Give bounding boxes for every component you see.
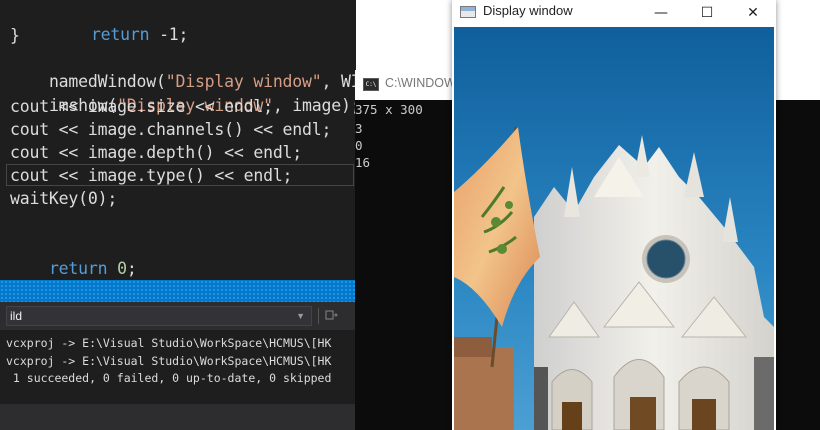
output-scrollbar[interactable] — [0, 404, 356, 430]
code-line-6[interactable]: cout << image.channels() << endl; — [10, 118, 331, 141]
code-token: return — [48, 259, 108, 278]
display-window[interactable]: Display window — ☐ ✕ — [452, 0, 776, 430]
output-source-select[interactable]: ild ▼ — [6, 306, 312, 326]
code-token: return — [90, 25, 150, 44]
code-line-4[interactable]: imshow("Display window", image); / — [10, 71, 356, 115]
console-title: C:\WINDOW — [385, 76, 456, 90]
console-output-line: 16 — [355, 155, 371, 170]
console-output-line: 0 — [355, 138, 363, 153]
output-pane: ild ▼ vcxproj -> E:\Visual Studio\WorkSp… — [0, 302, 356, 430]
code-editor[interactable]: return -1; } namedWindow("Display window… — [0, 0, 356, 280]
cathedral-photo — [454, 27, 774, 430]
console-output-line: 375 x 300 — [355, 102, 423, 117]
code-token: waitKey(0); — [10, 189, 118, 208]
minimize-button[interactable]: — — [638, 0, 684, 27]
code-line-11[interactable]: return 0; — [10, 234, 137, 278]
close-button[interactable]: ✕ — [730, 0, 776, 27]
window-image-icon — [460, 6, 476, 18]
code-token: } — [10, 26, 20, 45]
output-line: 1 succeeded, 0 failed, 0 up-to-date, 0 s… — [6, 371, 332, 385]
code-line-5[interactable]: cout << image.size << endl; — [10, 95, 273, 118]
display-titlebar[interactable]: Display window — ☐ ✕ — [452, 0, 776, 27]
code-token: , image); — [272, 96, 356, 115]
output-source-label: ild — [10, 309, 23, 323]
code-line-3[interactable]: namedWindow("Display window", WINDOW_AUT… — [10, 47, 356, 91]
output-line: vcxproj -> E:\Visual Studio\WorkSpace\HC… — [6, 336, 332, 350]
code-token: cout << image.type() << endl; — [10, 166, 293, 185]
pane-splitter-bar[interactable] — [0, 280, 356, 302]
code-line-8[interactable]: cout << image.type() << endl; — [10, 164, 292, 187]
code-token: ; — [178, 25, 189, 44]
chevron-down-icon: ▼ — [296, 311, 305, 321]
maximize-button[interactable]: ☐ — [684, 0, 730, 27]
console-output-line: 3 — [355, 121, 363, 136]
minimize-icon: — — [654, 5, 668, 21]
code-line-7[interactable]: cout << image.depth() << endl; — [10, 141, 302, 164]
displayed-image — [454, 27, 774, 430]
close-icon: ✕ — [747, 5, 759, 21]
code-token: cout << image.channels() << endl; — [10, 120, 332, 139]
code-line-9[interactable]: waitKey(0); — [10, 187, 117, 210]
console-icon: C:\ — [363, 78, 379, 91]
code-token: cout << image.depth() << endl; — [10, 143, 303, 162]
maximize-icon: ☐ — [700, 5, 714, 21]
code-line-2[interactable]: } — [10, 24, 20, 47]
output-line: vcxproj -> E:\Visual Studio\WorkSpace\HC… — [6, 354, 332, 368]
code-token: -1 — [159, 25, 179, 44]
output-toolbar: ild ▼ — [0, 302, 356, 330]
code-token: cout << image.size << endl; — [10, 97, 273, 116]
find-message-icon[interactable] — [325, 309, 338, 322]
display-window-title: Display window — [483, 3, 573, 18]
toolbar-separator — [318, 308, 319, 324]
code-line-1[interactable]: return -1; — [52, 0, 189, 44]
code-token: ; — [126, 259, 137, 278]
code-token: 0 — [117, 259, 127, 278]
